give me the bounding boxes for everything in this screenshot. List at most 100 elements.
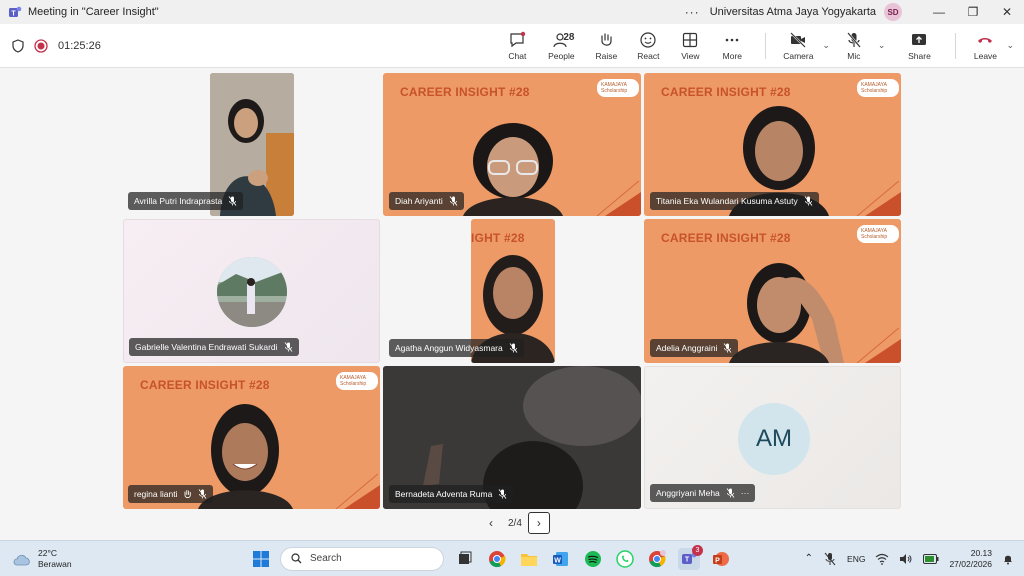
- mic-off-icon: [726, 488, 735, 498]
- taskbar-search[interactable]: Search: [280, 546, 444, 571]
- chat-icon: [510, 31, 526, 47]
- view-label: View: [681, 50, 700, 61]
- ellipsis-icon: [726, 38, 739, 41]
- windows-start-icon[interactable]: [252, 550, 270, 568]
- more-button[interactable]: More: [711, 24, 753, 68]
- avatar[interactable]: SD: [884, 3, 902, 21]
- smiley-icon: [640, 31, 656, 48]
- raise-hand-button[interactable]: Raise: [585, 24, 627, 68]
- career-insight-banner: IGHT #28: [471, 231, 525, 245]
- notification-badge: 3: [692, 544, 703, 556]
- meeting-timer: 01:25:26: [58, 39, 101, 52]
- search-icon: [291, 553, 302, 564]
- mic-button[interactable]: Mic: [834, 24, 874, 68]
- react-button[interactable]: React: [627, 24, 669, 68]
- more-options-icon[interactable]: ···: [685, 5, 700, 19]
- chat-button[interactable]: Chat: [497, 24, 537, 68]
- participant-name-label: Adelia Anggraini: [650, 339, 739, 357]
- title-bar: T Meeting in "Career Insight" ··· Univer…: [0, 0, 1024, 24]
- participant-name: Avrilla Putri Indraprasta: [134, 196, 223, 206]
- weather-widget[interactable]: 22°C Berawan: [12, 548, 252, 570]
- system-tray: ⌃ ENG 20.13 27/02/2026: [805, 548, 1014, 570]
- participant-name: Bernadeta Adventa Ruma: [395, 489, 493, 499]
- leave-options-chevron-icon[interactable]: ⌄: [1006, 40, 1014, 51]
- participant-options-icon[interactable]: ···: [741, 488, 750, 498]
- spotify-icon[interactable]: [582, 548, 604, 570]
- hand-icon: [601, 32, 612, 46]
- participant-name-label: Avrilla Putri Indraprasta: [128, 192, 244, 210]
- leave-button[interactable]: Leave: [968, 24, 1002, 68]
- share-icon: [912, 33, 927, 45]
- mic-off-icon: [804, 196, 813, 206]
- previous-page-button[interactable]: ‹: [480, 512, 502, 534]
- decorative-corner: [865, 192, 901, 216]
- participant-avatar-tile[interactable]: AM Anggriyani Meha ···: [644, 366, 901, 509]
- decorative-corner: [344, 485, 380, 509]
- participant-name-label: Agatha Anggun Widyasmara: [389, 339, 524, 357]
- participant-avatar-tile[interactable]: Gabrielle Valentina Endrawati Sukardi: [123, 219, 380, 363]
- participant-video-tile[interactable]: CAREER INSIGHT #28 KAMAJAYA Scholarship …: [123, 366, 380, 509]
- notification-bell-icon[interactable]: [1002, 553, 1014, 565]
- powerpoint-icon[interactable]: P: [710, 548, 732, 570]
- taskbar-apps: Search W T 3 P: [252, 544, 732, 571]
- hang-up-icon: [978, 37, 993, 43]
- word-icon[interactable]: W: [550, 548, 572, 570]
- participant-name: regina lianti: [134, 489, 178, 499]
- battery-icon[interactable]: [923, 553, 939, 564]
- mic-off-icon: [284, 342, 292, 352]
- minimize-button[interactable]: —: [922, 5, 956, 19]
- career-insight-banner: CAREER INSIGHT #28: [661, 85, 791, 99]
- wifi-icon[interactable]: [875, 553, 889, 565]
- whatsapp-icon[interactable]: [614, 548, 636, 570]
- camera-button[interactable]: Camera: [778, 24, 818, 68]
- participant-name-label: Gabrielle Valentina Endrawati Sukardi: [129, 338, 299, 356]
- system-clock[interactable]: 20.13 27/02/2026: [949, 548, 992, 570]
- participant-name-label: Diah Ariyanti: [389, 192, 464, 210]
- chrome-profile-icon[interactable]: [646, 548, 668, 570]
- participant-name: Agatha Anggun Widyasmara: [395, 343, 503, 353]
- share-button[interactable]: Share: [895, 24, 943, 68]
- chevron-up-icon[interactable]: ⌃: [805, 553, 813, 564]
- participant-name: Diah Ariyanti: [395, 196, 443, 206]
- raised-hand-icon: [185, 490, 192, 499]
- file-explorer-icon[interactable]: [518, 548, 540, 570]
- participant-name: Titania Eka Wulandari Kusuma Astuty: [656, 196, 798, 206]
- search-placeholder: Search: [310, 553, 342, 564]
- restore-button[interactable]: ❐: [956, 5, 990, 19]
- people-count: 28: [563, 31, 575, 43]
- mic-off-icon: [498, 489, 507, 499]
- participant-video-tile[interactable]: Bernadeta Adventa Ruma: [383, 366, 641, 509]
- volume-icon[interactable]: [899, 553, 913, 565]
- mic-off-icon: [724, 343, 732, 353]
- organization-name[interactable]: Universitas Atma Jaya Yogyakarta: [710, 6, 876, 18]
- mic-off-icon: [509, 343, 518, 353]
- mic-off-icon: [199, 489, 207, 499]
- participant-name: Anggriyani Meha: [656, 488, 720, 498]
- teams-taskbar-icon[interactable]: T 3: [678, 544, 703, 570]
- gallery-pagination: ‹ 2/4 ›: [480, 512, 550, 534]
- grid-view-icon: [683, 32, 698, 47]
- shield-icon[interactable]: [12, 38, 24, 53]
- close-button[interactable]: ✕: [990, 5, 1024, 19]
- scholarship-logo: KAMAJAYA Scholarship: [857, 225, 899, 243]
- camera-options-chevron-icon[interactable]: ⌄: [822, 40, 830, 51]
- avatar: AM: [738, 403, 810, 475]
- chrome-icon[interactable]: [486, 548, 508, 570]
- scholarship-logo: KAMAJAYA Scholarship: [597, 79, 639, 97]
- weather-condition: Berawan: [38, 558, 72, 569]
- windows-taskbar: 22°C Berawan Search W T 3 P ⌃ ENG 20.13 …: [0, 540, 1024, 576]
- task-view-icon[interactable]: [454, 548, 476, 570]
- mic-muted-tray-icon[interactable]: [823, 552, 837, 566]
- avatar: [217, 257, 287, 327]
- next-page-button[interactable]: ›: [527, 512, 550, 534]
- participant-video: [463, 123, 563, 216]
- cloud-icon: [13, 554, 30, 565]
- mic-label: Mic: [847, 50, 861, 61]
- participant-video: [729, 263, 844, 363]
- chat-label: Chat: [508, 50, 527, 61]
- mic-options-chevron-icon[interactable]: ⌄: [878, 40, 886, 51]
- people-button[interactable]: 28 People: [537, 24, 585, 68]
- react-label: React: [637, 50, 660, 61]
- view-button[interactable]: View: [669, 24, 711, 68]
- language-indicator[interactable]: ENG: [847, 554, 865, 564]
